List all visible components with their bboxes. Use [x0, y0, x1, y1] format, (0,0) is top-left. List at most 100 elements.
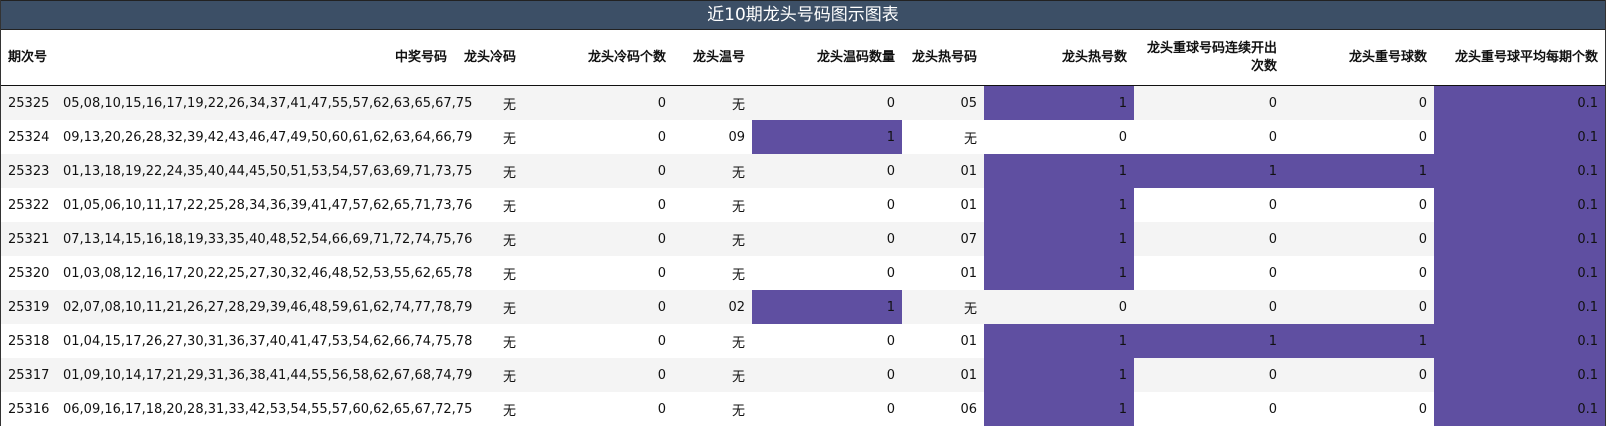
cell-hot-count: 1 — [984, 85, 1134, 120]
cell-hot: 无 — [902, 290, 984, 324]
cell-hot-count: 1 — [984, 188, 1134, 222]
header-warm-count: 龙头温码数量 — [752, 30, 902, 86]
cell-issue: 25316 — [1, 392, 56, 426]
cell-issue: 25325 — [1, 85, 56, 120]
cell-warm: 无 — [673, 324, 752, 358]
cell-warm-count: 0 — [752, 154, 902, 188]
table-title: 近10期龙头号码图示图表 — [1, 0, 1605, 30]
cell-cold-count: 0 — [523, 392, 673, 426]
header-hot-count: 龙头热号数 — [984, 30, 1134, 86]
cell-numbers: 01,04,15,17,26,27,30,31,36,37,40,41,47,5… — [56, 324, 472, 358]
cell-warm-count: 0 — [752, 358, 902, 392]
table-row: 25325 05,08,10,15,16,17,19,22,26,34,37,4… — [1, 85, 1605, 120]
cell-issue: 25320 — [1, 256, 56, 290]
cell-hot: 无 — [902, 120, 984, 154]
cell-issue: 25324 — [1, 120, 56, 154]
cell-repeat-avg: 0.1 — [1434, 290, 1605, 324]
cell-hot: 01 — [902, 256, 984, 290]
cell-cold-count: 0 — [523, 120, 673, 154]
cell-hot: 01 — [902, 188, 984, 222]
cell-numbers: 02,07,08,10,11,21,26,27,28,29,39,46,48,5… — [56, 290, 472, 324]
cell-repeat-streak: 0 — [1134, 290, 1284, 324]
cell-repeat-streak: 0 — [1134, 256, 1284, 290]
cell-repeat-avg: 0.1 — [1434, 188, 1605, 222]
table-row: 25319 02,07,08,10,11,21,26,27,28,29,39,4… — [1, 290, 1605, 324]
cell-repeat-count: 0 — [1284, 85, 1434, 120]
header-hot: 龙头热号码 — [902, 30, 984, 86]
cell-repeat-streak: 1 — [1134, 154, 1284, 188]
cell-warm: 02 — [673, 290, 752, 324]
cell-issue: 25317 — [1, 358, 56, 392]
cell-repeat-count: 0 — [1284, 392, 1434, 426]
table-row: 25321 07,13,14,15,16,18,19,33,35,40,48,5… — [1, 222, 1605, 256]
cell-issue: 25318 — [1, 324, 56, 358]
cell-warm: 无 — [673, 85, 752, 120]
table-row: 25323 01,13,18,19,22,24,35,40,44,45,50,5… — [1, 154, 1605, 188]
cell-repeat-streak: 0 — [1134, 188, 1284, 222]
cell-hot: 05 — [902, 85, 984, 120]
header-repeat-avg: 龙头重号球平均每期个数 — [1434, 30, 1605, 86]
cell-repeat-avg: 0.1 — [1434, 358, 1605, 392]
cell-hot-count: 1 — [984, 256, 1134, 290]
header-warm: 龙头温号 — [673, 30, 752, 86]
cell-hot: 06 — [902, 392, 984, 426]
cell-cold-count: 0 — [523, 154, 673, 188]
cell-repeat-streak: 1 — [1134, 324, 1284, 358]
cell-hot: 01 — [902, 358, 984, 392]
cell-issue: 25319 — [1, 290, 56, 324]
cell-warm-count: 0 — [752, 392, 902, 426]
data-table: 期次号 中奖号码 龙头冷码 龙头冷码个数 龙头温号 龙头温码数量 龙头热号码 龙… — [1, 30, 1605, 426]
cell-numbers: 06,09,16,17,18,20,28,31,33,42,53,54,55,5… — [56, 392, 472, 426]
cell-warm: 无 — [673, 392, 752, 426]
cell-repeat-count: 1 — [1284, 324, 1434, 358]
cell-numbers: 01,05,06,10,11,17,22,25,28,34,36,39,41,4… — [56, 188, 472, 222]
cell-cold-count: 0 — [523, 256, 673, 290]
cell-numbers: 05,08,10,15,16,17,19,22,26,34,37,41,47,5… — [56, 85, 472, 120]
cell-warm: 09 — [673, 120, 752, 154]
cell-warm: 无 — [673, 188, 752, 222]
cell-warm: 无 — [673, 222, 752, 256]
cell-cold-count: 0 — [523, 290, 673, 324]
cell-cold-count: 0 — [523, 222, 673, 256]
cell-numbers: 01,09,10,14,17,21,29,31,36,38,41,44,55,5… — [56, 358, 472, 392]
cell-repeat-count: 0 — [1284, 120, 1434, 154]
cell-repeat-streak: 0 — [1134, 120, 1284, 154]
cell-numbers: 01,03,08,12,16,17,20,22,25,27,30,32,46,4… — [56, 256, 472, 290]
header-repeat-count: 龙头重号球数 — [1284, 30, 1434, 86]
header-row: 期次号 中奖号码 龙头冷码 龙头冷码个数 龙头温号 龙头温码数量 龙头热号码 龙… — [1, 30, 1605, 86]
chart-frame: 近10期龙头号码图示图表 期次号 中奖号码 龙头冷码 龙头冷码个数 龙头温号 龙… — [0, 0, 1606, 426]
cell-repeat-count: 0 — [1284, 222, 1434, 256]
cell-repeat-count: 0 — [1284, 188, 1434, 222]
cell-numbers: 01,13,18,19,22,24,35,40,44,45,50,51,53,5… — [56, 154, 472, 188]
table-row: 25322 01,05,06,10,11,17,22,25,28,34,36,3… — [1, 188, 1605, 222]
cell-repeat-avg: 0.1 — [1434, 85, 1605, 120]
cell-warm: 无 — [673, 154, 752, 188]
table-row: 25324 09,13,20,26,28,32,39,42,43,46,47,4… — [1, 120, 1605, 154]
header-cold: 龙头冷码 — [454, 30, 523, 86]
header-cold-count: 龙头冷码个数 — [523, 30, 673, 86]
cell-cold-count: 0 — [523, 324, 673, 358]
cell-hot-count: 0 — [984, 290, 1134, 324]
cell-hot-count: 0 — [984, 120, 1134, 154]
cell-repeat-avg: 0.1 — [1434, 392, 1605, 426]
cell-numbers: 07,13,14,15,16,18,19,33,35,40,48,52,54,6… — [56, 222, 472, 256]
cell-warm: 无 — [673, 256, 752, 290]
cell-repeat-avg: 0.1 — [1434, 222, 1605, 256]
cell-warm-count: 1 — [752, 120, 902, 154]
cell-repeat-count: 0 — [1284, 290, 1434, 324]
cell-repeat-streak: 0 — [1134, 392, 1284, 426]
cell-issue: 25322 — [1, 188, 56, 222]
cell-warm-count: 0 — [752, 188, 902, 222]
cell-hot: 07 — [902, 222, 984, 256]
table-row: 25316 06,09,16,17,18,20,28,31,33,42,53,5… — [1, 392, 1605, 426]
cell-warm-count: 0 — [752, 324, 902, 358]
table-row: 25318 01,04,15,17,26,27,30,31,36,37,40,4… — [1, 324, 1605, 358]
cell-repeat-avg: 0.1 — [1434, 256, 1605, 290]
cell-issue: 25321 — [1, 222, 56, 256]
cell-repeat-count: 0 — [1284, 358, 1434, 392]
cell-repeat-avg: 0.1 — [1434, 120, 1605, 154]
cell-cold-count: 0 — [523, 358, 673, 392]
header-numbers: 中奖号码 — [56, 30, 454, 86]
cell-repeat-streak: 0 — [1134, 358, 1284, 392]
cell-cold-count: 0 — [523, 188, 673, 222]
